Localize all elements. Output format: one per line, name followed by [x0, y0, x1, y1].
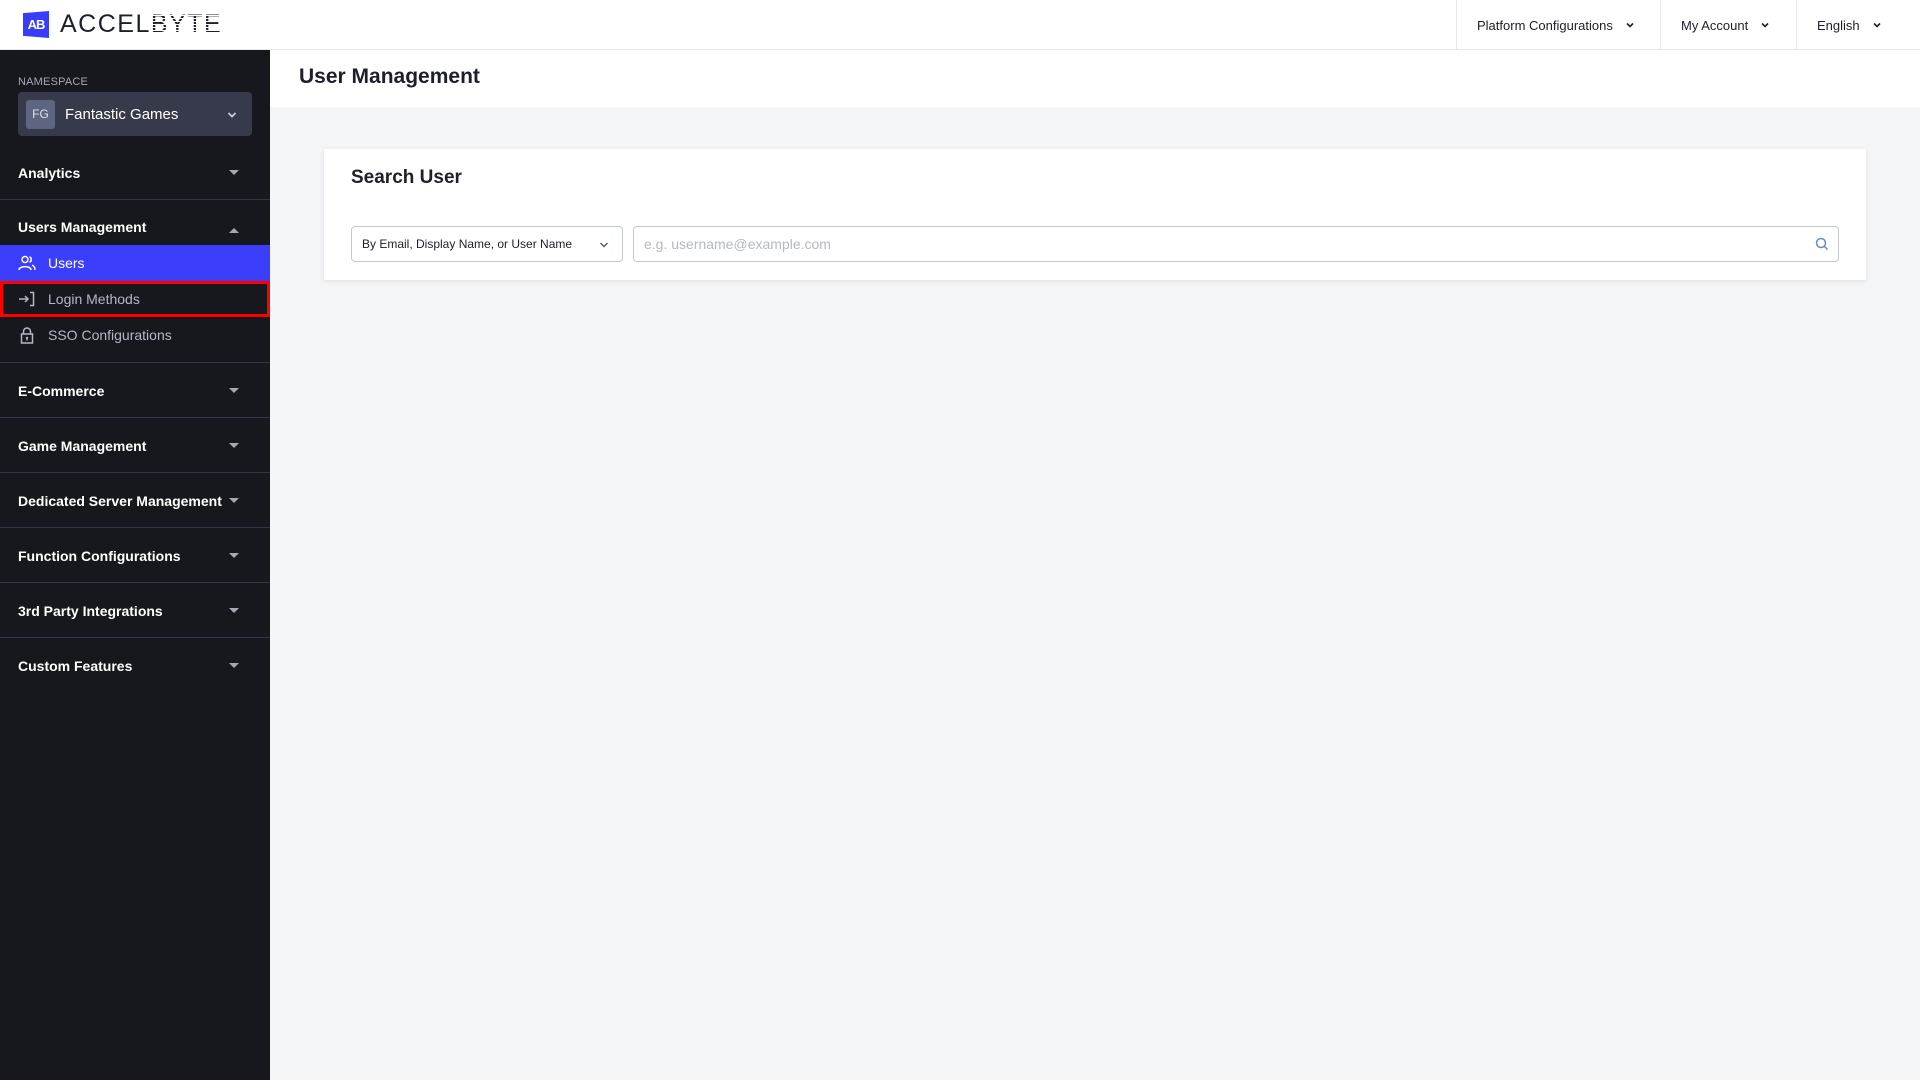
page-header: User Management [270, 50, 1920, 107]
login-icon [18, 290, 36, 308]
section-label: Custom Features [18, 657, 133, 674]
sidebar-section-e-commerce-toggle[interactable]: E-Commerce [0, 363, 270, 418]
accelbyte-logo[interactable]: AB ACCELBYTE [23, 11, 222, 38]
sidebar-section-3rd-party-integrations-toggle[interactable]: 3rd Party Integrations [0, 583, 270, 638]
section-label: Users Management [18, 218, 147, 235]
sidebar-item-sso-configurations[interactable]: SSO Configurations [0, 317, 270, 353]
sidebar-section-dedicated-server-management: Dedicated Server Management [0, 473, 270, 528]
section-label: E-Commerce [18, 382, 105, 399]
sidebar-section-custom-features-toggle[interactable]: Custom Features [0, 638, 270, 693]
sidebar-section-game-management: Game Management [0, 418, 270, 473]
sidebar-item-login-methods[interactable]: Login Methods [0, 281, 270, 317]
chevron-down-icon [1760, 20, 1770, 30]
sidebar-item-label: Login Methods [48, 291, 140, 307]
sidebar-section-dedicated-server-management-toggle[interactable]: Dedicated Server Management [0, 473, 270, 528]
my-account-menu[interactable]: My Account [1660, 0, 1796, 50]
section-label: Analytics [18, 164, 81, 181]
caret-down-icon [229, 553, 239, 558]
logo-text-byte: BYTE [150, 10, 223, 38]
sidebar-section-function-configurations: Function Configurations [0, 528, 270, 583]
platform-configurations-menu[interactable]: Platform Configurations [1456, 0, 1660, 50]
sidebar-section-analytics: Analytics [0, 145, 270, 200]
caret-down-icon [229, 388, 239, 393]
namespace-name: Fantastic Games [65, 105, 179, 123]
search-user-title: Search User [351, 167, 462, 188]
sidebar-item-users[interactable]: Users [0, 245, 270, 281]
search-user-card: Search User By Email, Display Name, or U… [324, 149, 1866, 280]
chevron-down-icon [1625, 20, 1635, 30]
language-menu[interactable]: English [1796, 0, 1920, 50]
sidebar-item-label: Users [48, 255, 85, 271]
section-label: 3rd Party Integrations [18, 602, 163, 619]
search-input[interactable] [634, 227, 1838, 261]
section-label: Function Configurations [18, 547, 181, 564]
sidebar-item-label: SSO Configurations [48, 327, 172, 343]
caret-down-icon [229, 663, 239, 668]
search-icon[interactable] [1815, 237, 1829, 251]
namespace-label: NAMESPACE [18, 76, 89, 88]
sidebar-section-analytics-toggle[interactable]: Analytics [0, 145, 270, 200]
search-type-select[interactable]: By Email, Display Name, or User Name [351, 226, 623, 262]
sidebar-section-3rd-party-integrations: 3rd Party Integrations [0, 583, 270, 638]
logo-text-accel: ACCEL [60, 10, 151, 38]
chevron-down-icon [226, 108, 238, 126]
search-type-value: By Email, Display Name, or User Name [362, 237, 573, 251]
namespace-avatar: FG [26, 99, 55, 129]
chevron-down-icon [1872, 20, 1882, 30]
language-label: English [1817, 17, 1860, 33]
logo-mark-icon: AB [23, 11, 49, 38]
namespace-select[interactable]: FG Fantastic Games [18, 92, 252, 136]
chevron-down-icon [598, 239, 610, 254]
page-title: User Management [299, 65, 480, 88]
caret-down-icon [229, 608, 239, 613]
sidebar-section-e-commerce: E-Commerce [0, 363, 270, 418]
sidebar-section-custom-features: Custom Features [0, 638, 270, 693]
sidebar-section-users-management: Users Management Users Login Methods SSO… [0, 200, 270, 353]
caret-up-icon [229, 228, 239, 233]
sidebar-section-game-management-toggle[interactable]: Game Management [0, 418, 270, 473]
users-icon [18, 254, 36, 272]
lock-icon [18, 326, 36, 344]
section-label: Game Management [18, 437, 147, 454]
sidebar-section-function-configurations-toggle[interactable]: Function Configurations [0, 528, 270, 583]
top-navigation: Platform Configurations My Account Engli… [1456, 0, 1920, 50]
section-label: Dedicated Server Management [18, 492, 222, 509]
caret-down-icon [229, 170, 239, 175]
my-account-label: My Account [1681, 17, 1749, 33]
caret-down-icon [229, 498, 239, 503]
sidebar-section-users-management-toggle[interactable]: Users Management [0, 200, 270, 245]
search-field [633, 226, 1839, 262]
logo-wordmark: ACCELBYTE [60, 11, 222, 38]
top-header: AB ACCELBYTE Platform Configurations My … [0, 0, 1920, 50]
caret-down-icon [229, 443, 239, 448]
sidebar: NAMESPACE FG Fantastic Games Analytics U… [0, 50, 270, 1080]
platform-configurations-label: Platform Configurations [1477, 17, 1613, 33]
